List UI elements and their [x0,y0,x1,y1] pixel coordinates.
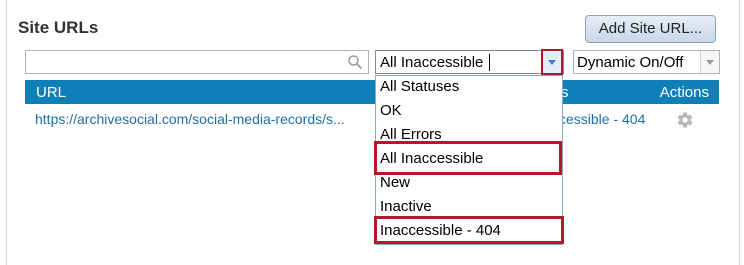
table-header: URL s Actions [25,80,719,104]
status-filter-dropdown-button[interactable] [541,49,563,75]
highlight-box-all-inaccessible [374,141,562,175]
chevron-down-icon [706,60,714,65]
status-filter-value: All Inaccessible [380,54,484,71]
table-row-status: ccessible - 404 [552,111,646,127]
highlight-box-inaccessible-404 [374,216,564,244]
dynamic-filter-value: Dynamic On/Off [577,54,684,71]
add-site-url-button[interactable]: Add Site URL... [585,15,716,43]
dropdown-option-all-statuses[interactable]: All Statuses [380,78,459,95]
dropdown-option-new[interactable]: New [380,174,410,191]
dropdown-option-ok[interactable]: OK [380,102,402,119]
dynamic-filter-select[interactable]: Dynamic On/Off [573,50,720,74]
search-input[interactable] [25,50,369,74]
gear-icon[interactable] [676,111,694,129]
dynamic-filter-dropdown-button[interactable] [700,51,719,73]
status-filter-select[interactable]: All Inaccessible [375,50,564,74]
text-cursor [489,54,490,71]
dropdown-option-inactive[interactable]: Inactive [380,198,432,215]
table-row-url-link[interactable]: https://archivesocial.com/social-media-r… [35,111,345,127]
column-header-url[interactable]: URL [36,84,66,101]
search-icon [348,55,363,70]
column-header-actions: Actions [659,84,709,101]
panel-title: Site URLs [18,18,99,37]
chevron-down-icon [548,60,556,65]
